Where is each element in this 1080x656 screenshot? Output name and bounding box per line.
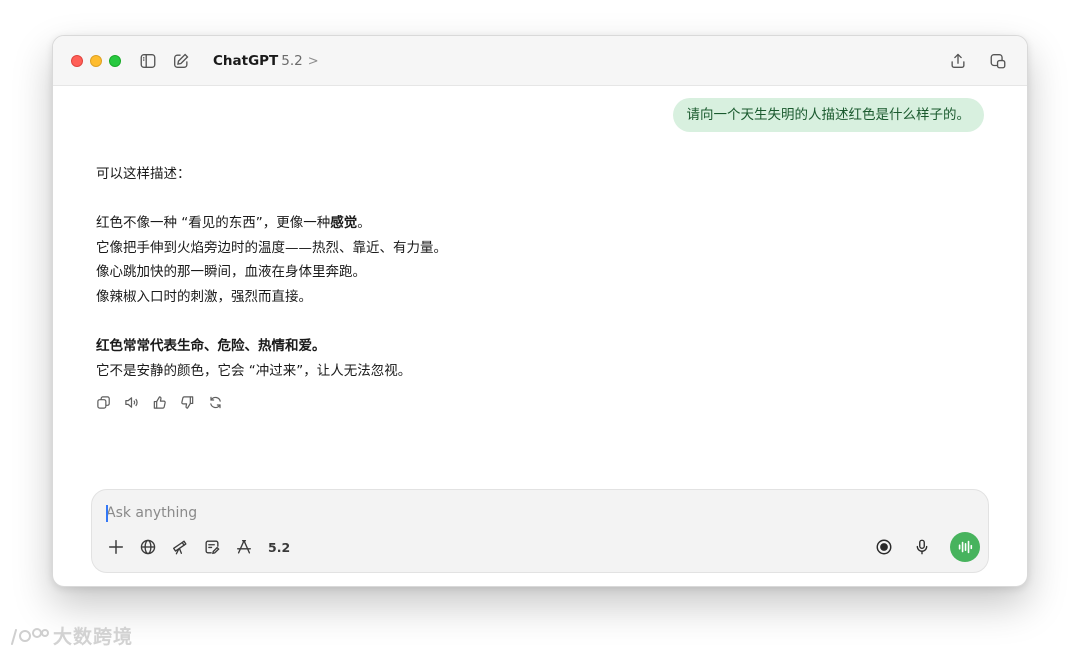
voice-mode-button[interactable]: [950, 532, 980, 562]
reply-intro: 可以这样描述：: [96, 166, 191, 182]
message-input[interactable]: [106, 502, 806, 524]
telescope-icon[interactable]: [170, 537, 190, 557]
popout-window-icon[interactable]: [988, 51, 1008, 71]
minimize-window-button[interactable]: [90, 55, 102, 67]
microphone-icon[interactable]: [912, 537, 932, 557]
new-chat-icon[interactable]: [171, 51, 191, 71]
composer-right-tools: [874, 532, 980, 562]
reply-emphasis: 生命、危险、热情和爱: [177, 338, 312, 355]
close-window-button[interactable]: [71, 55, 83, 67]
sidebar-toggle-icon[interactable]: [138, 51, 158, 71]
chevron-right-icon: >: [307, 53, 319, 69]
plus-icon[interactable]: [106, 537, 126, 557]
model-selector[interactable]: ChatGPT 5.2 >: [213, 51, 319, 71]
user-message-bubble: 请向一个天生失明的人描述红色是什么样子的。: [672, 98, 984, 132]
model-version: 5.2: [281, 53, 303, 69]
model-name: ChatGPT: [213, 53, 279, 69]
assistant-message: 可以这样描述： 红色不像一种 “看见的东西”，更像一种感觉。 它像把手伸到火焰旁…: [96, 162, 696, 383]
message-composer: 5.2: [91, 489, 989, 573]
canvas-icon[interactable]: [202, 537, 222, 557]
composer-tools: 5.2: [106, 537, 290, 557]
reply-line: 像心跳加快的那一瞬间，血液在身体里奔跑。: [96, 264, 366, 281]
record-icon[interactable]: [874, 537, 894, 557]
zoom-window-button[interactable]: [109, 55, 121, 67]
reply-line: 它不是安静的颜色，它会 “冲过来”，让人无法忽视。: [96, 362, 412, 379]
watermark-text: 大数跨境: [53, 626, 134, 648]
message-actions: [95, 394, 224, 411]
regenerate-icon[interactable]: [207, 394, 224, 411]
thumbs-up-icon[interactable]: [151, 394, 168, 411]
reply-line: 红色不像一种 “看见的东西”，更像一种感觉。: [96, 215, 371, 232]
reply-emphasis: 感觉: [330, 215, 358, 232]
tools-icon[interactable]: [234, 537, 254, 557]
model-version-chip[interactable]: 5.2: [268, 540, 290, 555]
read-aloud-icon[interactable]: [123, 394, 140, 411]
app-window: ChatGPT 5.2 > 请向一个天生失明的人描述红色是什么样子的。 可以这样…: [52, 35, 1028, 587]
globe-icon[interactable]: [138, 537, 158, 557]
share-icon[interactable]: [948, 51, 968, 71]
watermark-logo: 大数跨境: [9, 622, 133, 649]
text-caret: [106, 505, 108, 522]
thumbs-down-icon[interactable]: [179, 394, 196, 411]
voice-wave-icon: [958, 540, 973, 554]
reply-line: 红色常常代表生命、危险、热情和爱。: [96, 338, 326, 355]
reply-line: 它像把手伸到火焰旁边时的温度——热烈、靠近、有力量。: [96, 239, 447, 256]
title-bar: ChatGPT 5.2 >: [53, 36, 1027, 86]
watermark-icon: [11, 627, 49, 645]
copy-icon[interactable]: [95, 394, 112, 411]
reply-line: 像辣椒入口时的刺激，强烈而直接。: [96, 288, 312, 305]
